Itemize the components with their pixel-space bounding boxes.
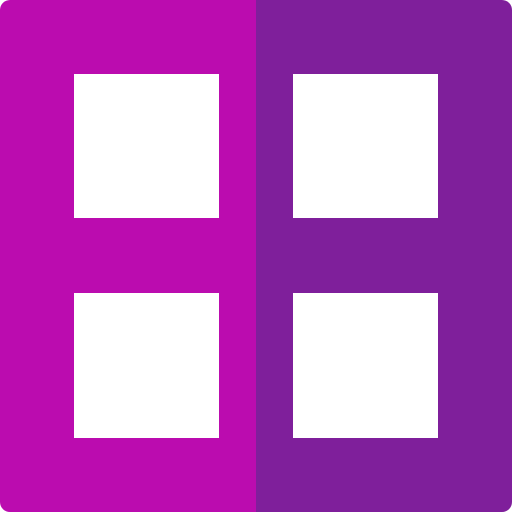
tile-bottom-right <box>293 293 438 438</box>
tile-top-right <box>293 74 438 218</box>
grid-view-icon <box>0 0 512 512</box>
tile-bottom-left <box>74 293 219 438</box>
tile-top-left <box>74 74 219 218</box>
